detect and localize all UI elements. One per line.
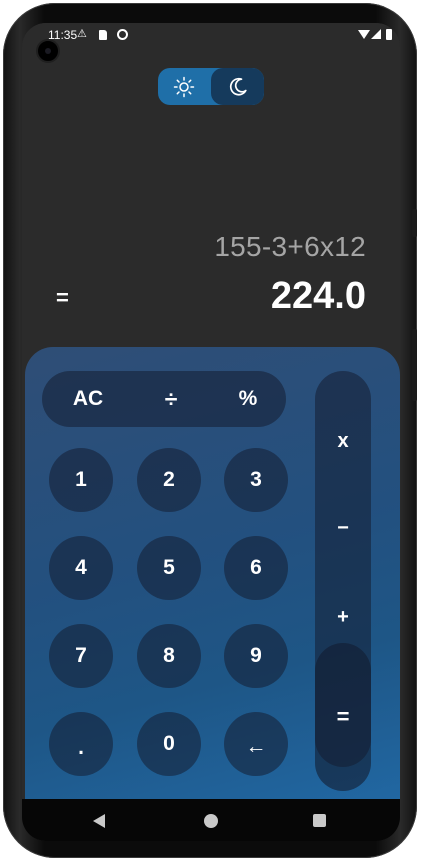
do-not-disturb-icon [117,29,128,40]
subtract-button[interactable]: − [315,508,371,548]
digit-0-button[interactable]: 0 [137,712,201,776]
digit-1-button[interactable]: 1 [49,448,113,512]
battery-icon [386,29,392,40]
volume-button [412,209,417,237]
navigation-bar [22,799,400,841]
multiply-button[interactable]: x [315,421,371,461]
front-camera [36,39,60,63]
digit-8-button[interactable]: 8 [137,624,201,688]
power-button [412,329,417,401]
digit-9-button[interactable]: 9 [224,624,288,688]
all-clear-button[interactable]: AC [53,371,123,427]
digit-5-button[interactable]: 5 [137,536,201,600]
back-icon[interactable] [93,814,105,828]
function-row: AC ÷ % [42,371,286,427]
add-button[interactable]: + [315,597,371,637]
sd-card-icon [99,30,107,40]
signal-icon [371,29,381,39]
dark-mode-option[interactable] [211,68,264,105]
recents-icon[interactable] [313,814,326,827]
percent-button[interactable]: % [213,371,283,427]
wifi-icon [358,30,370,39]
digit-4-button[interactable]: 4 [49,536,113,600]
digit-2-button[interactable]: 2 [137,448,201,512]
status-bar: 11:35 ⚠ [22,23,400,47]
equals-button[interactable]: = [315,643,371,791]
theme-toggle[interactable] [158,68,264,105]
screen: 11:35 ⚠ 155-3+6x12 = 224.0 AC ÷ % x − + … [22,23,400,841]
digit-3-button[interactable]: 3 [224,448,288,512]
keypad: AC ÷ % x − + = 1 2 3 4 5 6 7 8 9 . 0 ← [25,347,400,799]
backspace-button[interactable]: ← [224,712,288,776]
digit-6-button[interactable]: 6 [224,536,288,600]
divide-button[interactable]: ÷ [136,371,206,427]
home-icon[interactable] [204,814,218,828]
light-mode-option[interactable] [158,68,210,105]
result-display: 224.0 [270,275,366,317]
phone-frame: 11:35 ⚠ 155-3+6x12 = 224.0 AC ÷ % x − + … [3,3,417,858]
warning-icon: ⚠ [77,27,87,40]
expression-display: 155-3+6x12 [214,231,366,262]
equals-label: = [56,285,69,310]
digit-7-button[interactable]: 7 [49,624,113,688]
sun-icon [173,76,195,97]
decimal-point-button[interactable]: . [49,712,113,776]
operator-column: x − + = [315,371,371,791]
moon-icon [229,77,247,96]
